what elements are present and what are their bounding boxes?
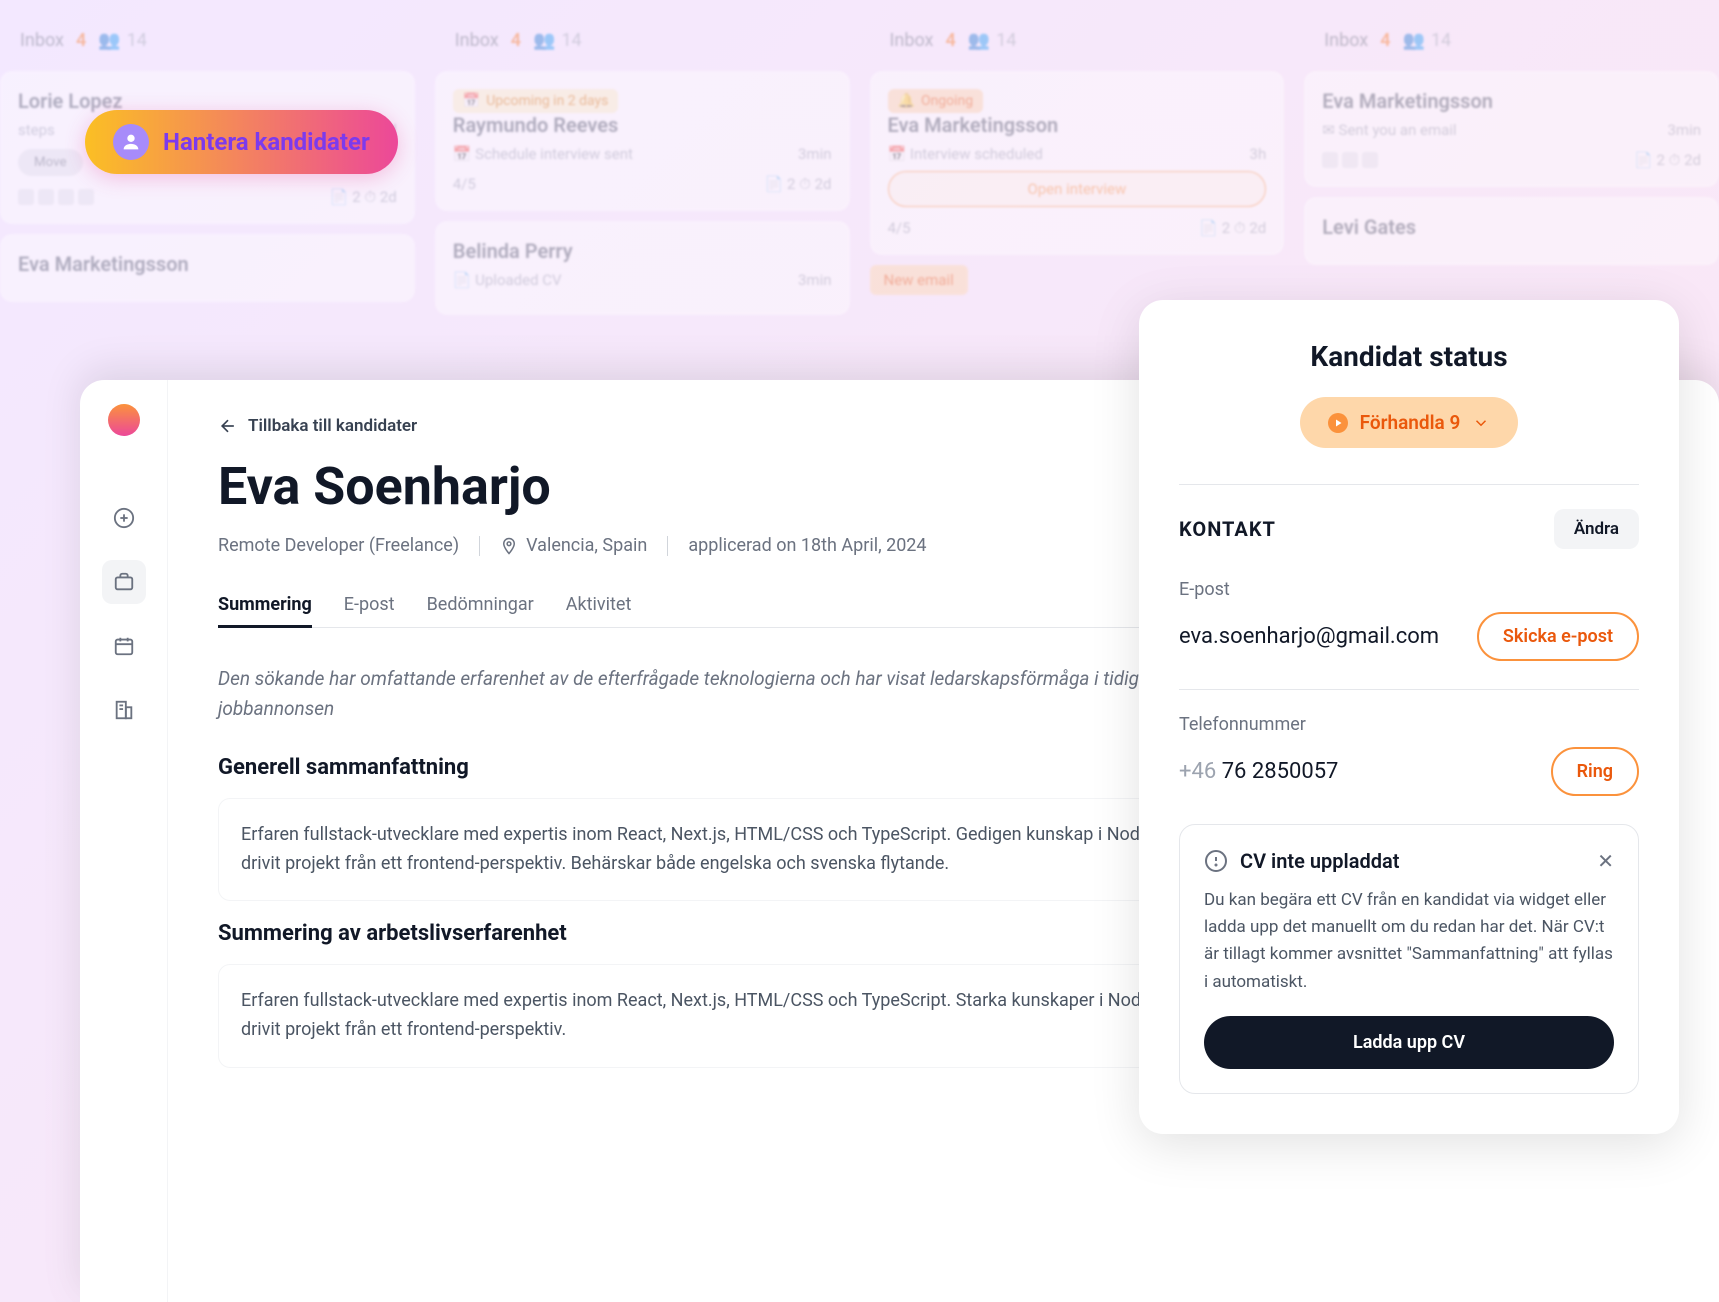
phone-label: Telefonnummer bbox=[1179, 714, 1639, 735]
status-dropdown[interactable]: Förhandla 9 bbox=[1300, 397, 1519, 448]
logo bbox=[108, 404, 140, 436]
cv-card: CV inte uppladdat ✕ Du kan begära ett CV… bbox=[1179, 824, 1639, 1094]
cv-body: Du kan begära ett CV från en kandidat vi… bbox=[1204, 887, 1614, 996]
sidebar bbox=[80, 380, 168, 1302]
upload-cv-button[interactable]: Ladda upp CV bbox=[1204, 1016, 1614, 1069]
back-link[interactable]: Tillbaka till kandidater bbox=[218, 416, 417, 436]
people-count: 👥 14 bbox=[98, 30, 147, 51]
briefcase-icon[interactable] bbox=[102, 560, 146, 604]
open-interview-button[interactable]: Open interview bbox=[888, 171, 1267, 207]
upcoming-badge: 📅 Upcoming in 2 days bbox=[453, 89, 619, 113]
tab-summary[interactable]: Summering bbox=[218, 584, 312, 628]
card-name: Eva Marketingsson bbox=[18, 252, 397, 276]
call-button[interactable]: Ring bbox=[1551, 747, 1639, 796]
new-email-badge: New email bbox=[870, 265, 968, 295]
calendar-icon[interactable] bbox=[102, 624, 146, 668]
inbox-label: Inbox bbox=[20, 30, 64, 51]
pill-label: Hantera kandidater bbox=[163, 128, 370, 156]
user-icon bbox=[113, 124, 149, 160]
edit-button[interactable]: Ändra bbox=[1554, 509, 1639, 549]
building-icon[interactable] bbox=[102, 688, 146, 732]
alert-circle-icon bbox=[1204, 849, 1228, 873]
arrow-left-icon bbox=[218, 416, 238, 436]
send-email-button[interactable]: Skicka e-post bbox=[1477, 612, 1639, 661]
status-dot-icon bbox=[1328, 413, 1348, 433]
status-panel: Kandidat status Förhandla 9 KONTAKT Ändr… bbox=[1139, 300, 1679, 1134]
applied-date: applicerad on 18th April, 2024 bbox=[688, 535, 926, 556]
tab-assessments[interactable]: Bedömningar bbox=[427, 584, 534, 628]
close-icon[interactable]: ✕ bbox=[1597, 849, 1614, 873]
manage-candidates-pill: Hantera kandidater bbox=[85, 110, 398, 174]
email-value: eva.soenharjo@gmail.com bbox=[1179, 624, 1439, 649]
tab-email[interactable]: E-post bbox=[344, 584, 395, 628]
move-button[interactable]: Move bbox=[18, 149, 83, 176]
location: Valencia, Spain bbox=[526, 535, 647, 556]
tab-activity[interactable]: Aktivitet bbox=[566, 584, 632, 628]
cv-title: CV inte uppladdat bbox=[1240, 849, 1399, 873]
phone-value: +46 76 2850057 bbox=[1179, 759, 1338, 784]
inbox-count: 4 bbox=[76, 30, 86, 51]
status-title: Kandidat status bbox=[1179, 340, 1639, 373]
chevron-down-icon bbox=[1472, 414, 1490, 432]
ongoing-badge: 🔔 Ongoing bbox=[888, 89, 984, 113]
location-icon bbox=[500, 537, 518, 555]
add-icon[interactable] bbox=[102, 496, 146, 540]
role: Remote Developer (Freelance) bbox=[218, 535, 459, 556]
email-label: E-post bbox=[1179, 579, 1639, 600]
contact-label: KONTAKT bbox=[1179, 517, 1276, 541]
